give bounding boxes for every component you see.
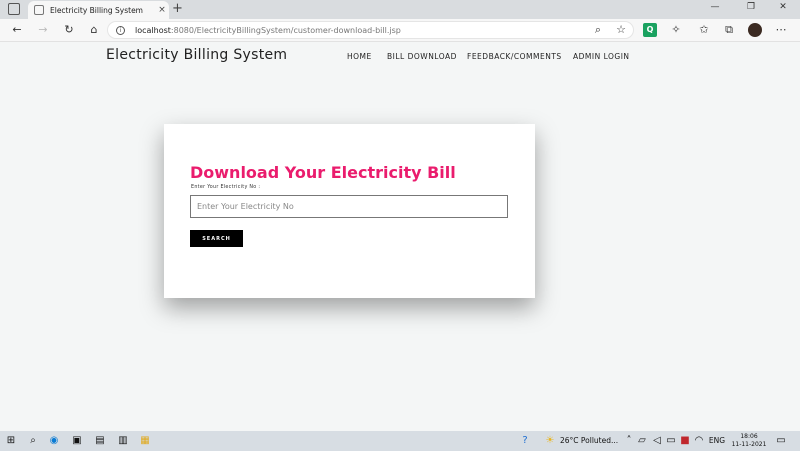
- tray-app-icon[interactable]: ■: [680, 434, 690, 448]
- taskbar-clock[interactable]: 18:06 11-11-2021: [730, 433, 768, 449]
- minimize-icon[interactable]: —: [700, 2, 730, 12]
- tray-chevron-icon[interactable]: ˄: [624, 434, 634, 448]
- home-icon[interactable]: ⌂: [87, 23, 101, 37]
- notifications-icon[interactable]: ▭: [774, 434, 788, 448]
- browser-tab[interactable]: Electricity Billing System ×: [28, 1, 169, 19]
- terminal-icon[interactable]: ▥: [116, 434, 130, 448]
- forward-icon[interactable]: →: [36, 23, 50, 37]
- clock-time: 18:06: [740, 433, 758, 440]
- browser-tab-strip: Electricity Billing System × + — ❐ ✕: [0, 0, 800, 19]
- search-button[interactable]: SEARCH: [190, 230, 243, 247]
- tab-title: Electricity Billing System: [50, 5, 143, 15]
- zoom-icon[interactable]: ⌕: [591, 23, 605, 37]
- favorite-star-icon[interactable]: ☆: [614, 23, 628, 37]
- nav-home[interactable]: HOME: [347, 52, 372, 61]
- clock-date: 11-11-2021: [731, 441, 767, 448]
- url-path: :8080/ElectricityBillingSystem/customer-…: [170, 25, 401, 35]
- extension-icon[interactable]: Q: [643, 23, 657, 37]
- weather-text[interactable]: 26°C Polluted...: [560, 434, 622, 448]
- site-header: Electricity Billing System HOME BILL DOW…: [0, 42, 800, 72]
- nav-bill-download[interactable]: BILL DOWNLOAD: [387, 52, 457, 61]
- file-explorer-icon[interactable]: ▦: [138, 434, 152, 448]
- site-brand[interactable]: Electricity Billing System: [106, 47, 287, 63]
- windows-taskbar: ⊞ ⌕ ◉ ▣ ▤ ▥ ▦ ? ☀ 26°C Polluted... ˄ ▱ ◁…: [0, 431, 800, 451]
- network-icon[interactable]: ▱: [637, 434, 647, 448]
- address-bar[interactable]: i localhost:8080/ElectricityBillingSyste…: [107, 21, 634, 39]
- battery-icon[interactable]: ▭: [666, 434, 676, 448]
- more-menu-icon[interactable]: ⋯: [774, 23, 788, 37]
- nav-feedback-comments[interactable]: FEEDBACK/COMMENTS: [467, 52, 562, 61]
- electricity-no-label: Enter Your Electricity No :: [191, 185, 261, 190]
- app-icon-2[interactable]: ▤: [93, 434, 107, 448]
- page-favicon-icon: [34, 5, 44, 15]
- extensions-puzzle-icon[interactable]: ✧: [669, 23, 683, 37]
- restore-icon[interactable]: ❐: [736, 2, 766, 12]
- back-icon[interactable]: ←: [10, 23, 24, 37]
- tab-close-icon[interactable]: ×: [155, 5, 169, 15]
- help-icon[interactable]: ?: [518, 434, 532, 448]
- windows-start-icon[interactable]: ⊞: [4, 434, 18, 448]
- form-title: Download Your Electricity Bill: [190, 163, 456, 182]
- nav-admin-login[interactable]: ADMIN LOGIN: [573, 52, 630, 61]
- profile-avatar[interactable]: [748, 23, 762, 37]
- browser-toolbar: ← → ↻ ⌂ i localhost:8080/ElectricityBill…: [0, 19, 800, 42]
- volume-icon[interactable]: ◁: [652, 434, 662, 448]
- new-tab-icon[interactable]: +: [172, 1, 183, 17]
- app-icon-1[interactable]: ▣: [70, 434, 84, 448]
- collections-icon[interactable]: ⧉: [722, 23, 736, 37]
- edge-browser-icon[interactable]: ◉: [47, 434, 61, 448]
- refresh-icon[interactable]: ↻: [62, 23, 76, 37]
- weather-icon: ☀: [545, 435, 555, 446]
- taskbar-search-icon[interactable]: ⌕: [26, 434, 40, 448]
- input-language[interactable]: ENG: [707, 434, 727, 448]
- electricity-no-input[interactable]: [190, 195, 508, 218]
- wifi-icon[interactable]: ◠: [694, 434, 704, 448]
- site-info-icon[interactable]: i: [116, 25, 125, 35]
- close-window-icon[interactable]: ✕: [768, 2, 798, 12]
- favorites-icon[interactable]: ✩: [697, 23, 711, 37]
- tab-actions-icon[interactable]: [8, 3, 20, 15]
- download-bill-card: Download Your Electricity Bill Enter You…: [164, 124, 535, 298]
- url-host: localhost: [135, 25, 171, 35]
